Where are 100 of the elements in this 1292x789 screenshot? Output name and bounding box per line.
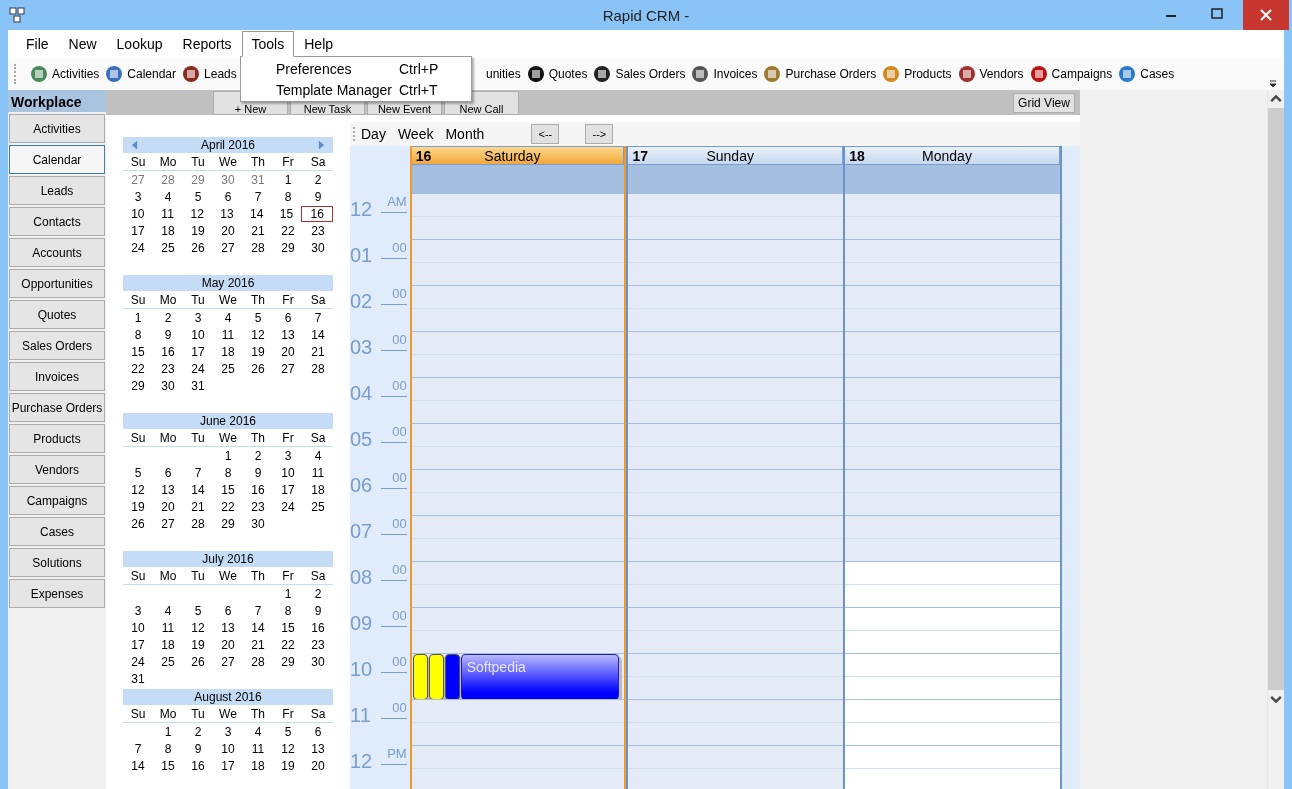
- sidebar-button[interactable]: Invoices: [9, 362, 105, 391]
- time-slot[interactable]: [628, 423, 844, 469]
- time-slot[interactable]: [628, 331, 844, 377]
- time-slot[interactable]: [628, 653, 844, 699]
- calendar-day[interactable]: 16: [303, 620, 333, 635]
- calendar-day[interactable]: 28: [153, 172, 183, 187]
- time-slot[interactable]: [411, 331, 625, 377]
- calendar-day[interactable]: 28: [243, 240, 273, 255]
- calendar-day[interactable]: 7: [183, 465, 213, 480]
- time-slot[interactable]: [411, 561, 625, 607]
- calendar-day[interactable]: 26: [243, 361, 273, 376]
- calendar-day[interactable]: 17: [183, 344, 213, 359]
- toolbar-icon[interactable]: [525, 64, 546, 84]
- calendar-day[interactable]: 31: [183, 378, 213, 393]
- calendar-day[interactable]: 3: [123, 189, 153, 204]
- calendar-day[interactable]: 10: [213, 741, 243, 756]
- calendar-day[interactable]: 29: [273, 240, 303, 255]
- calendar-day[interactable]: 20: [213, 637, 243, 652]
- calendar-day[interactable]: 14: [243, 620, 273, 635]
- calendar-day[interactable]: 7: [123, 741, 153, 756]
- time-slot[interactable]: [628, 561, 844, 607]
- all-day-area[interactable]: [411, 165, 625, 193]
- sidebar-button[interactable]: Products: [9, 424, 105, 453]
- calendar-day[interactable]: 21: [183, 499, 213, 514]
- calendar-day[interactable]: 23: [303, 637, 333, 652]
- calendar-day[interactable]: 1: [213, 448, 243, 463]
- calendar-day[interactable]: 18: [303, 482, 333, 497]
- calendar-day[interactable]: 25: [213, 361, 243, 376]
- time-slot[interactable]: [628, 193, 844, 239]
- calendar-day[interactable]: 6: [303, 724, 333, 739]
- calendar-day[interactable]: 26: [183, 654, 213, 669]
- calendar-day[interactable]: 16: [301, 205, 334, 222]
- calendar-day[interactable]: 15: [213, 482, 243, 497]
- calendar-day[interactable]: 1: [123, 310, 153, 325]
- calendar-day[interactable]: 24: [123, 240, 153, 255]
- calendar-day[interactable]: 7: [243, 189, 273, 204]
- toolbar-item[interactable]: Purchase Orders: [785, 67, 877, 81]
- calendar-day[interactable]: 4: [303, 448, 333, 463]
- calendar-day[interactable]: 28: [183, 516, 213, 531]
- calendar-day[interactable]: 5: [183, 603, 213, 618]
- calendar-day[interactable]: 16: [183, 758, 213, 773]
- calendar-day[interactable]: 12: [183, 620, 213, 635]
- calendar-day[interactable]: 16: [243, 482, 273, 497]
- all-day-area[interactable]: [628, 165, 844, 193]
- toolbar-item[interactable]: unities: [486, 67, 521, 81]
- calendar-day[interactable]: 18: [153, 223, 183, 238]
- calendar-day[interactable]: 23: [153, 361, 183, 376]
- calendar-day[interactable]: 24: [273, 499, 303, 514]
- toolbar-item[interactable]: Quotes: [548, 67, 588, 81]
- calendar-day[interactable]: 20: [303, 758, 333, 773]
- calendar-day[interactable]: 21: [243, 637, 273, 652]
- calendar-day[interactable]: 22: [273, 223, 303, 238]
- calendar-day[interactable]: 11: [152, 206, 183, 221]
- calendar-day[interactable]: 8: [153, 741, 183, 756]
- calendar-day[interactable]: 29: [183, 172, 213, 187]
- time-slot[interactable]: [628, 239, 844, 285]
- calendar-day[interactable]: 13: [153, 482, 183, 497]
- calendar-day[interactable]: 26: [183, 240, 213, 255]
- calendar-day[interactable]: 30: [243, 516, 273, 531]
- sidebar-button[interactable]: Contacts: [9, 207, 105, 236]
- event-marker[interactable]: [412, 654, 428, 700]
- scrollbar[interactable]: [1267, 90, 1284, 789]
- calendar-day[interactable]: 3: [183, 310, 213, 325]
- calendar-day[interactable]: 2: [153, 310, 183, 325]
- calendar-day[interactable]: 28: [303, 361, 333, 376]
- time-slot[interactable]: [845, 193, 1061, 239]
- calendar-day[interactable]: 31: [123, 671, 153, 686]
- time-slot[interactable]: [845, 469, 1061, 515]
- calendar-day[interactable]: 1: [153, 724, 183, 739]
- toolbar-item[interactable]: Vendors: [979, 67, 1024, 81]
- calendar-day[interactable]: 5: [123, 465, 153, 480]
- calendar-day[interactable]: 17: [123, 637, 153, 652]
- calendar-day[interactable]: 30: [303, 240, 333, 255]
- calendar-day[interactable]: 17: [273, 482, 303, 497]
- calendar-day[interactable]: 13: [303, 741, 333, 756]
- calendar-day[interactable]: 30: [213, 172, 243, 187]
- calendar-day[interactable]: 6: [153, 465, 183, 480]
- calendar-day[interactable]: 29: [213, 516, 243, 531]
- calendar-day[interactable]: 13: [273, 327, 303, 342]
- calendar-day[interactable]: 4: [213, 310, 243, 325]
- calendar-day[interactable]: 18: [153, 637, 183, 652]
- calendar-day[interactable]: 14: [183, 482, 213, 497]
- toolbar-item[interactable]: Leads: [204, 67, 237, 81]
- sidebar-button[interactable]: Calendar: [9, 145, 105, 174]
- time-slot[interactable]: [411, 239, 625, 285]
- menu-item[interactable]: File: [16, 31, 59, 57]
- calendar-day[interactable]: 11: [153, 620, 183, 635]
- previous-button[interactable]: <--: [531, 124, 560, 144]
- calendar-day[interactable]: 4: [153, 189, 183, 204]
- calendar-day[interactable]: 2: [303, 172, 333, 187]
- day-header[interactable]: 16 Saturday: [411, 146, 625, 165]
- calendar-day[interactable]: 13: [212, 206, 242, 221]
- time-slot[interactable]: [628, 377, 844, 423]
- calendar-day[interactable]: 27: [153, 516, 183, 531]
- close-icon[interactable]: [1240, 0, 1292, 30]
- view-link[interactable]: Day: [361, 126, 386, 142]
- calendar-day[interactable]: 12: [182, 206, 213, 221]
- calendar-day[interactable]: 20: [273, 344, 303, 359]
- calendar-day[interactable]: 12: [273, 741, 303, 756]
- calendar-day[interactable]: 2: [303, 586, 333, 601]
